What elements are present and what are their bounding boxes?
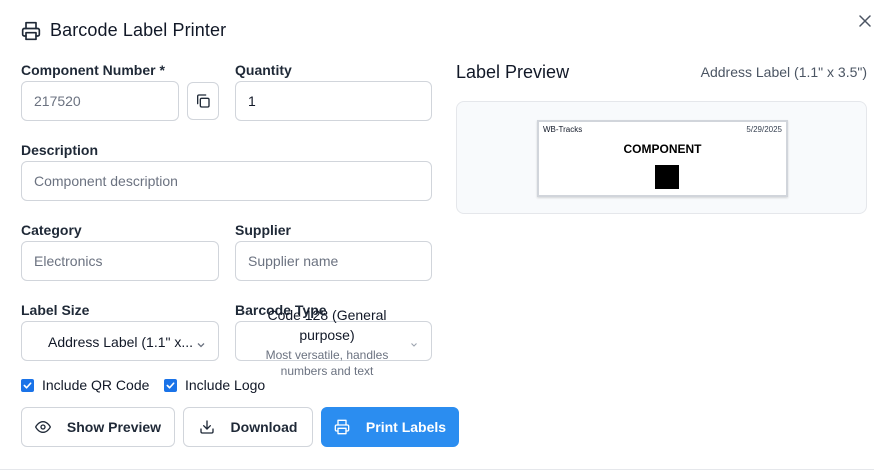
- supplier-label: Supplier: [235, 222, 292, 238]
- include-logo-checkbox[interactable]: Include Logo: [164, 377, 265, 393]
- supplier-input[interactable]: [235, 241, 432, 281]
- copy-icon: [195, 93, 211, 109]
- quantity-label: Quantity: [235, 62, 292, 78]
- show-preview-label: Show Preview: [66, 419, 162, 435]
- checkbox-checked-icon: [164, 378, 177, 392]
- preview-size: Address Label (1.1" x 3.5"): [700, 64, 867, 80]
- checkbox-checked-icon: [21, 378, 34, 392]
- label-size-label: Label Size: [21, 302, 90, 318]
- printer-icon: [21, 21, 41, 41]
- download-icon: [199, 419, 215, 435]
- barcode-label-dialog: Barcode Label Printer Component Number *…: [0, 0, 874, 470]
- description-input[interactable]: [21, 161, 432, 201]
- category-input[interactable]: [21, 241, 219, 281]
- print-labels-button[interactable]: Print Labels: [321, 407, 459, 447]
- preview-panel: WB-Tracks 5/29/2025 COMPONENT: [456, 101, 867, 214]
- copy-button[interactable]: [187, 82, 219, 120]
- label-date: 5/29/2025: [746, 125, 782, 134]
- include-qr-label: Include QR Code: [42, 377, 150, 393]
- description-label: Description: [21, 142, 99, 158]
- component-number-input[interactable]: [21, 81, 179, 121]
- include-logo-label: Include Logo: [185, 377, 266, 393]
- barcode-type-label: Barcode Type: [235, 302, 327, 318]
- printer-icon: [334, 419, 350, 435]
- chevron-down-icon: [409, 337, 419, 347]
- label-brand: WB-Tracks: [543, 125, 583, 134]
- include-qr-checkbox[interactable]: Include QR Code: [21, 377, 149, 393]
- label-card: WB-Tracks 5/29/2025 COMPONENT: [537, 120, 788, 197]
- quantity-input[interactable]: [235, 81, 432, 121]
- dialog-title: Barcode Label Printer: [50, 20, 227, 40]
- dialog-header: Barcode Label Printer: [21, 20, 226, 41]
- show-preview-button[interactable]: Show Preview: [21, 407, 175, 447]
- eye-icon: [34, 419, 51, 435]
- component-number-label: Component Number *: [21, 62, 165, 78]
- download-button[interactable]: Download: [183, 407, 313, 447]
- qr-code-image: [655, 165, 679, 189]
- label-size-value: Address Label (1.1" x...: [48, 334, 194, 350]
- category-label: Category: [21, 222, 82, 238]
- label-component-text: COMPONENT: [623, 142, 702, 156]
- close-icon[interactable]: [858, 14, 872, 28]
- download-label: Download: [230, 419, 298, 435]
- preview-title: Label Preview: [456, 62, 570, 82]
- print-labels-label: Print Labels: [365, 419, 447, 435]
- chevron-down-icon: [196, 337, 206, 348]
- barcode-type-select[interactable]: [235, 321, 432, 361]
- label-size-select[interactable]: Address Label (1.1" x...: [21, 321, 219, 361]
